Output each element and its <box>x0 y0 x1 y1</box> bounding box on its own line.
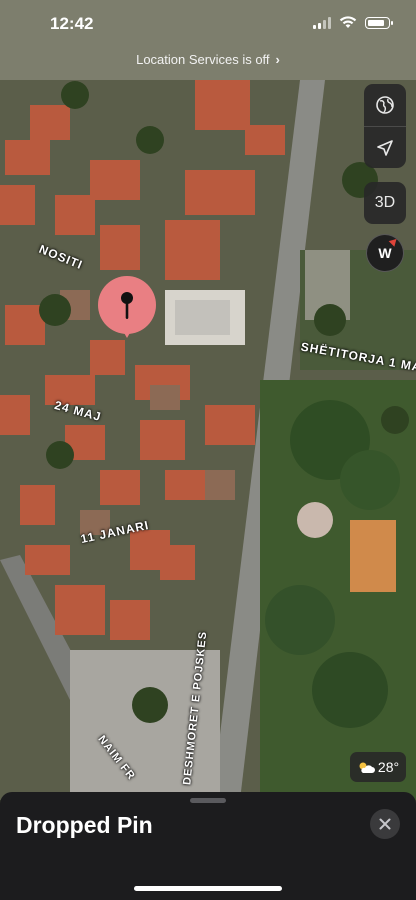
home-indicator[interactable] <box>134 886 282 891</box>
globe-icon <box>376 96 394 114</box>
sheet-grabber[interactable] <box>190 798 226 803</box>
cellular-signal-icon <box>313 16 331 29</box>
map-mode-button[interactable] <box>364 84 406 126</box>
weather-badge[interactable]: 28° <box>350 752 406 782</box>
location-services-banner[interactable]: Location Services is off › <box>0 52 416 67</box>
status-bar: 12:42 <box>0 0 416 50</box>
chevron-right-icon: › <box>275 52 280 67</box>
3d-toggle-button[interactable]: 3D <box>364 182 406 224</box>
compass-label: W <box>378 245 392 261</box>
weather-temp: 28° <box>377 759 400 775</box>
locate-me-button[interactable] <box>364 126 406 168</box>
close-button[interactable] <box>370 809 400 839</box>
pushpin-icon <box>121 292 133 319</box>
battery-icon <box>365 16 393 29</box>
wifi-icon <box>339 16 357 28</box>
map-control-group <box>364 84 406 168</box>
partly-sunny-icon <box>359 762 375 773</box>
sheet-title: Dropped Pin <box>16 812 153 838</box>
compass-button[interactable]: W <box>366 234 404 272</box>
status-time: 12:42 <box>50 14 94 33</box>
place-sheet[interactable]: Dropped Pin <box>0 792 416 900</box>
location-services-text: Location Services is off <box>136 52 270 67</box>
dropped-pin-marker[interactable] <box>98 276 156 338</box>
status-icons <box>313 16 393 29</box>
location-arrow-icon <box>377 139 393 156</box>
close-icon <box>379 818 391 830</box>
3d-label: 3D <box>374 194 396 211</box>
